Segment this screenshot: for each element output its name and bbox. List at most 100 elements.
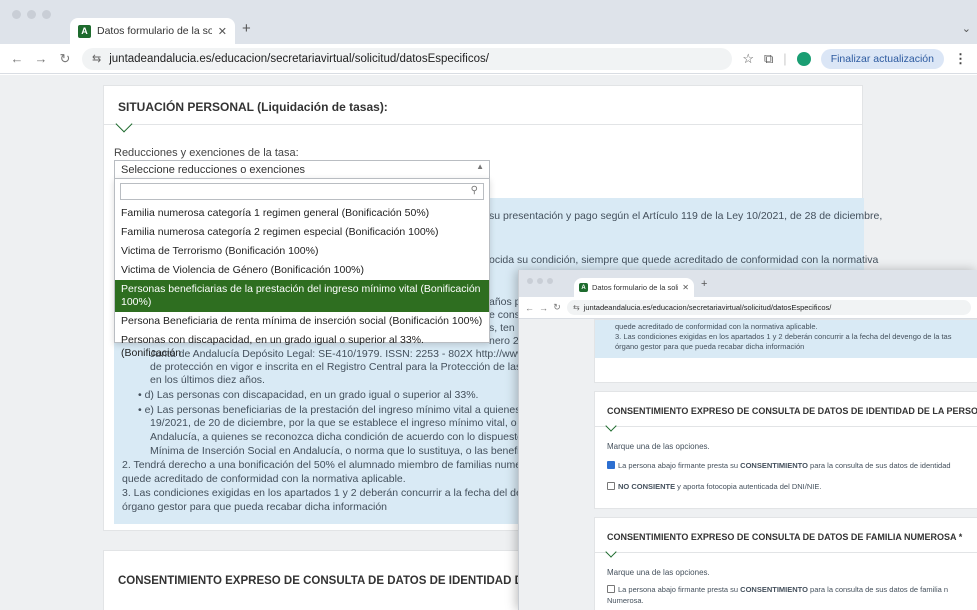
option-text: La persona abajo firmante presta su bbox=[618, 585, 741, 594]
second-browser-window: A Datos formulario de la solicit ✕ + ← →… bbox=[518, 270, 977, 610]
divider bbox=[595, 552, 977, 553]
close-tab-icon[interactable]: ✕ bbox=[218, 25, 227, 38]
option-text: para la consulta de sus datos de familia… bbox=[807, 585, 949, 594]
update-browser-button[interactable]: Finalizar actualización bbox=[820, 48, 944, 69]
maximize-window-button[interactable] bbox=[42, 10, 51, 19]
forward-arrow-icon[interactable]: → bbox=[34, 51, 48, 66]
info-text: en los últimos diez años. bbox=[150, 374, 265, 386]
section-caret bbox=[605, 546, 617, 558]
reductions-label: Reducciones y exenciones de la tasa: bbox=[114, 147, 299, 159]
dropdown-option[interactable]: Victima de Terrorismo (Bonificación 100%… bbox=[115, 242, 489, 261]
info-text: Andalucía, a quienes se reconozca dicha … bbox=[150, 431, 538, 443]
page-content: quede acreditado de conformidad con la n… bbox=[519, 319, 977, 610]
site-settings-icon[interactable]: ⇆ bbox=[92, 52, 101, 65]
option-text: y aporta fotocopia autenticada del DNI/N… bbox=[675, 482, 822, 491]
back-arrow-icon[interactable]: ← bbox=[10, 51, 24, 66]
info-text: órgano gestor para que pueda recabar dic… bbox=[615, 342, 805, 351]
reload-icon[interactable]: ↻ bbox=[58, 51, 72, 67]
family-consent-title: CONSENTIMIENTO EXPRESO DE CONSULTA DE DA… bbox=[607, 532, 963, 542]
next-section-title: CONSENTIMIENTO EXPRESO DE CONSULTA DE DA… bbox=[118, 575, 550, 587]
tab-bar: A Datos formulario de la solicit ✕ + ⌄ bbox=[0, 0, 977, 44]
info-text: años p bbox=[489, 296, 521, 308]
info-text: 2. Tendrá derecho a una bonificación del… bbox=[122, 459, 531, 471]
forward-arrow-icon[interactable]: → bbox=[539, 303, 548, 313]
info-text: 3. Las condiciones exigidas en los apart… bbox=[122, 487, 539, 499]
dropdown-option[interactable]: Familia numerosa categoría 1 regimen gen… bbox=[115, 204, 489, 223]
option-bold: NO CONSIENTE bbox=[618, 482, 676, 491]
option-text: Personas beneficiarias de la prestación … bbox=[121, 283, 481, 295]
browser-menu-icon[interactable]: ⋮ bbox=[954, 51, 967, 67]
reductions-dropdown: ⚲ Familia numerosa categoría 1 regimen g… bbox=[114, 178, 490, 359]
junta-favicon-icon: A bbox=[579, 283, 588, 292]
dropdown-option[interactable]: Familia numerosa categoría 2 regimen esp… bbox=[115, 223, 489, 242]
close-window-button[interactable] bbox=[12, 10, 21, 19]
identity-consent-title: CONSENTIMIENTO EXPRESO DE CONSULTA DE DA… bbox=[607, 406, 977, 416]
option-text: La persona abajo firmante presta su bbox=[618, 461, 741, 470]
info-text: quede acreditado de conformidad con la n… bbox=[122, 473, 406, 485]
info-text: 19/2021, de 20 de diciembre, por la que … bbox=[150, 417, 535, 429]
minimize-window-button[interactable] bbox=[27, 10, 36, 19]
window-controls bbox=[527, 278, 553, 284]
close-window-button[interactable] bbox=[527, 278, 533, 284]
section-caret bbox=[115, 115, 133, 133]
dropdown-search-input[interactable]: ⚲ bbox=[120, 183, 484, 200]
option-bold: CONSENTIMIENTO bbox=[740, 585, 808, 594]
info-text: su presentación y pago según el Artículo… bbox=[489, 210, 883, 222]
info-text: ocida su condición, siempre que quede ac… bbox=[489, 254, 879, 266]
window-controls bbox=[12, 10, 51, 19]
minimize-window-button[interactable] bbox=[537, 278, 543, 284]
dropdown-option[interactable]: Persona Beneficiaria de renta mínima de … bbox=[115, 312, 489, 331]
checkbox-checked[interactable] bbox=[607, 461, 615, 469]
tab-title: Datos formulario de la solicit bbox=[592, 283, 679, 292]
option-text: 100%) bbox=[121, 296, 152, 308]
checkbox-unchecked[interactable] bbox=[607, 482, 615, 490]
bookmark-star-icon[interactable]: ☆ bbox=[742, 51, 754, 67]
divider bbox=[595, 426, 977, 427]
section-title: SITUACIÓN PERSONAL (Liquidación de tasas… bbox=[118, 100, 388, 114]
option-bold: CONSENTIMIENTO bbox=[740, 461, 808, 470]
address-bar[interactable]: ⇆ juntadeandalucia.es/educacion/secretar… bbox=[82, 47, 733, 70]
section-caret bbox=[605, 420, 617, 432]
checkbox-unchecked[interactable] bbox=[607, 585, 615, 593]
search-icon: ⚲ bbox=[470, 185, 478, 196]
info-text: órgano gestor para que pueda recabar dic… bbox=[122, 501, 388, 513]
info-text: quede acreditado de conformidad con la n… bbox=[615, 322, 818, 331]
reductions-select[interactable]: Seleccione reducciones o exenciones ▲ bbox=[114, 160, 490, 180]
reload-icon[interactable]: ↻ bbox=[553, 302, 561, 313]
family-prompt: Marque una de las opciones. bbox=[607, 568, 710, 577]
address-bar[interactable]: ⇆ juntadeandalucia.es/educacion/secretar… bbox=[567, 300, 971, 315]
junta-favicon-icon: A bbox=[78, 24, 91, 38]
dropdown-option[interactable]: Victima de Violencia de Género (Bonifica… bbox=[115, 261, 489, 280]
info-text: e cons bbox=[489, 309, 520, 321]
back-arrow-icon[interactable]: ← bbox=[525, 303, 534, 313]
url-text: juntadeandalucia.es/educacion/secretaria… bbox=[109, 52, 489, 65]
family-consent-card: CONSENTIMIENTO EXPRESO DE CONSULTA DE DA… bbox=[594, 517, 977, 610]
new-tab-icon[interactable]: + bbox=[701, 278, 707, 290]
site-settings-icon[interactable]: ⇆ bbox=[573, 303, 580, 312]
identity-option-no-consent[interactable]: NO CONSIENTE y aporta fotocopia autentic… bbox=[607, 482, 821, 491]
toolbar-divider: | bbox=[783, 51, 787, 66]
url-text: juntadeandalucia.es/educacion/secretaria… bbox=[583, 303, 832, 312]
profile-avatar[interactable] bbox=[796, 51, 811, 66]
select-placeholder: Seleccione reducciones o exenciones bbox=[121, 164, 306, 176]
new-tab-icon[interactable]: + bbox=[242, 20, 251, 37]
info-text: s, ten bbox=[489, 322, 515, 334]
browser-tab[interactable]: A Datos formulario de la solicit ✕ bbox=[70, 18, 235, 44]
info-text: • d) Las personas con discapacidad, en u… bbox=[138, 389, 479, 401]
select-arrow-icon: ▲ bbox=[476, 162, 484, 171]
tab-list-chevron-icon[interactable]: ⌄ bbox=[962, 22, 971, 35]
browser-tab[interactable]: A Datos formulario de la solicit ✕ bbox=[574, 278, 694, 297]
info-text: 3. Las condiciones exigidas en los apart… bbox=[615, 332, 952, 341]
identity-option-consent[interactable]: La persona abajo firmante presta su CONS… bbox=[607, 461, 951, 470]
close-tab-icon[interactable]: ✕ bbox=[682, 283, 689, 292]
info-card: quede acreditado de conformidad con la n… bbox=[594, 319, 977, 383]
extensions-icon[interactable]: ⧉ bbox=[764, 51, 773, 67]
dropdown-option[interactable]: Personas con discapacidad, en un grado i… bbox=[115, 331, 489, 363]
maximize-window-button[interactable] bbox=[547, 278, 553, 284]
browser-toolbar: ← → ↻ ⇆ juntadeandalucia.es/educacion/se… bbox=[0, 44, 977, 74]
tab-bar: A Datos formulario de la solicit ✕ + bbox=[519, 270, 977, 297]
info-text: nero 2 bbox=[489, 335, 519, 347]
dropdown-option-highlighted[interactable]: Personas beneficiarias de la prestación … bbox=[115, 280, 489, 312]
info-text: Mínima de Inserción Social en Andalucía,… bbox=[150, 445, 533, 457]
family-option-consent[interactable]: La persona abajo firmante presta su CONS… bbox=[607, 585, 948, 594]
